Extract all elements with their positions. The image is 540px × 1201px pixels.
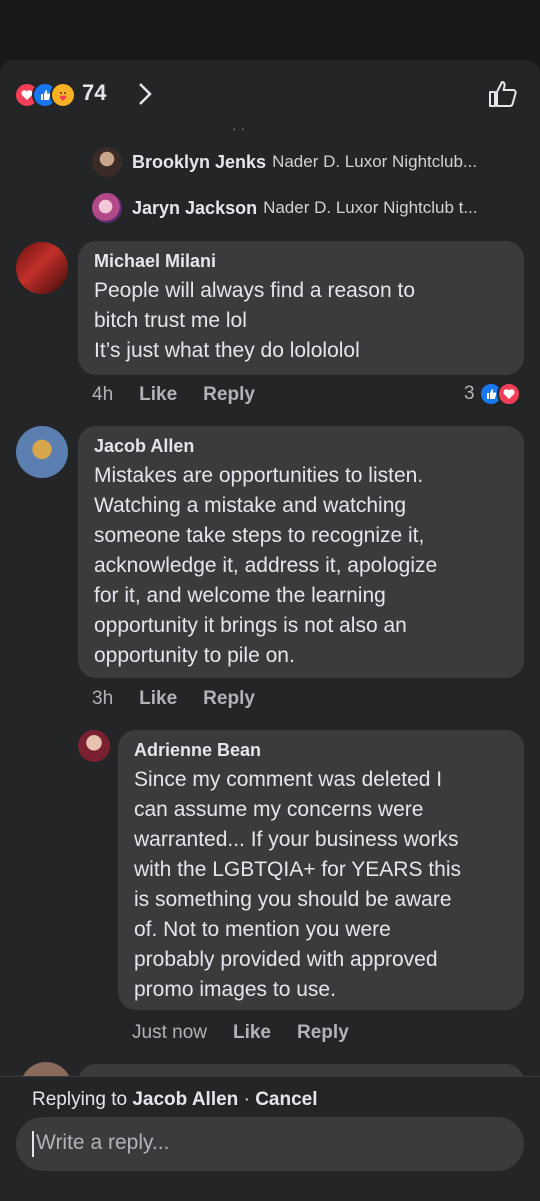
care-icon bbox=[50, 82, 76, 108]
like-button[interactable]: Like bbox=[233, 1022, 271, 1044]
comment-actions: 4h Like Reply bbox=[92, 384, 255, 406]
reactions-summary[interactable]: 74 bbox=[14, 80, 152, 108]
preview-author: Jaryn Jackson bbox=[132, 197, 258, 218]
reply-input[interactable]: Write a reply... bbox=[16, 1117, 524, 1171]
reply-button[interactable]: Reply bbox=[203, 688, 255, 710]
clipped-text-fragment: · · bbox=[232, 120, 246, 136]
avatar bbox=[92, 193, 122, 223]
comment-bubble: Adrienne Bean Since my comment was delet… bbox=[118, 730, 524, 1010]
avatar[interactable] bbox=[16, 242, 68, 294]
comment-timestamp: 4h bbox=[92, 384, 114, 405]
comment-text: Mistakes are opportunities to listen. Wa… bbox=[94, 464, 438, 667]
reply-preview-row[interactable]: Brooklyn Jenks Nader D. Luxor Nightclub.… bbox=[92, 146, 477, 178]
preview-author: Brooklyn Jenks bbox=[132, 151, 267, 172]
reactions-header: 74 · · bbox=[0, 60, 540, 136]
avatar bbox=[92, 147, 122, 177]
reply-target-name: Jacob Allen bbox=[132, 1089, 239, 1110]
comment-timestamp: Just now bbox=[132, 1022, 207, 1043]
reply-button[interactable]: Reply bbox=[297, 1022, 349, 1044]
avatar[interactable] bbox=[78, 730, 110, 762]
thumbs-up-icon[interactable] bbox=[488, 80, 518, 108]
comment-author[interactable]: Michael Milani bbox=[94, 251, 508, 272]
comments-sheet: 74 · · Brooklyn Jenks Nader D. Luxor Nig… bbox=[0, 60, 540, 1200]
like-button[interactable]: Like bbox=[139, 688, 177, 710]
reply-preview-row[interactable]: Jaryn Jackson Nader D. Luxor Nightclub t… bbox=[92, 192, 478, 224]
comment-bubble: Michael Milani People will always find a… bbox=[78, 241, 524, 375]
comment-bubble: Jacob Allen Mistakes are opportunities t… bbox=[78, 426, 524, 678]
comment-author[interactable]: Jacob Allen bbox=[94, 436, 508, 457]
comment-actions: Just now Like Reply bbox=[132, 1022, 349, 1044]
reply-placeholder: Write a reply... bbox=[36, 1131, 170, 1154]
text-caret bbox=[32, 1131, 34, 1157]
comment-timestamp: 3h bbox=[92, 688, 114, 709]
preview-text: Nader D. Luxor Nightclub t... bbox=[263, 198, 478, 217]
preview-text: Nader D. Luxor Nightclub... bbox=[272, 152, 478, 171]
comment-actions: 3h Like Reply bbox=[92, 688, 255, 710]
love-icon bbox=[496, 382, 521, 406]
cancel-reply-button[interactable]: Cancel bbox=[255, 1089, 317, 1110]
avatar[interactable] bbox=[16, 426, 68, 478]
comment-reaction-count: 3 bbox=[464, 383, 475, 404]
comment-text: Since my comment was deleted I can assum… bbox=[134, 768, 461, 1001]
comment-text: People will always find a reason to bitc… bbox=[94, 279, 416, 362]
comment-author[interactable]: Adrienne Bean bbox=[134, 740, 508, 761]
replying-to-label: Replying to Jacob Allen · Cancel bbox=[32, 1089, 318, 1110]
reply-button[interactable]: Reply bbox=[203, 384, 255, 406]
reaction-count: 74 bbox=[82, 80, 107, 105]
like-button[interactable]: Like bbox=[139, 384, 177, 406]
reply-bar: Replying to Jacob Allen · Cancel Write a… bbox=[0, 1076, 540, 1201]
chevron-right-icon bbox=[139, 83, 152, 105]
comment-reactions[interactable]: 3 bbox=[464, 382, 521, 406]
